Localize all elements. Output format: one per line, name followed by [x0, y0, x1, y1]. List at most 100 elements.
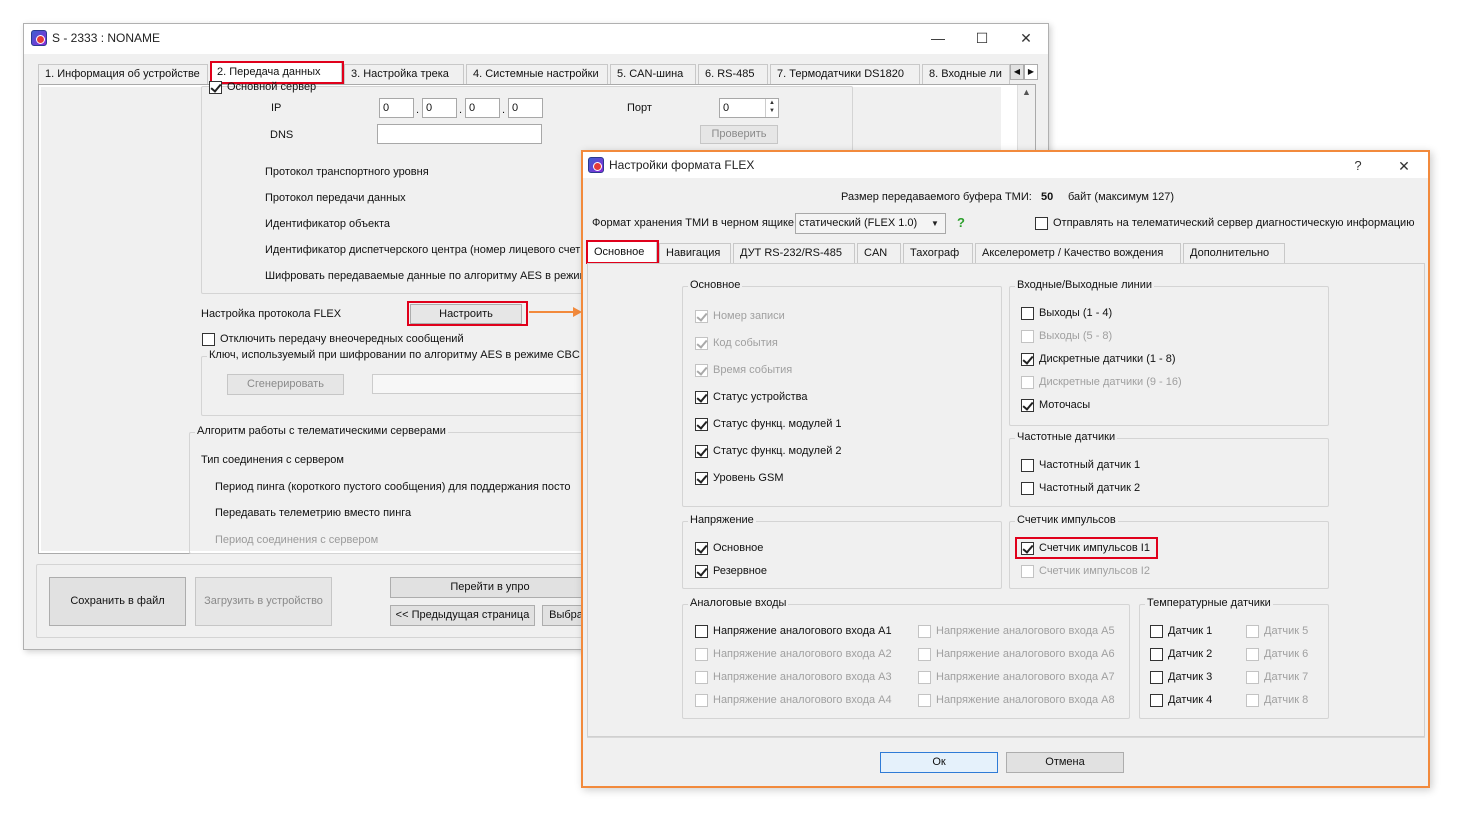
scroll-up-icon[interactable]: ▲: [1018, 87, 1035, 97]
checkbox-box[interactable]: [695, 445, 708, 458]
checkbox-label: Напряжение аналогового входа A7: [936, 671, 1115, 683]
checkbox-label: Выходы (5 - 8): [1039, 330, 1113, 342]
tab-input-lines[interactable]: 8. Входные ли: [922, 64, 1010, 85]
cancel-button[interactable]: Отмена: [1006, 752, 1124, 773]
transport-protocol-label: Протокол транспортного уровня: [265, 166, 429, 178]
checkbox-box[interactable]: [695, 625, 708, 638]
checkbox-box: [695, 310, 708, 323]
checkbox-label: Датчик 7: [1264, 671, 1309, 683]
checkbox-label: Статус функц. модулей 2: [713, 445, 842, 457]
tab-can-bus[interactable]: 5. CAN-шина: [610, 64, 696, 85]
checkbox-box: [1021, 376, 1034, 389]
checkbox-label: Датчик 2: [1168, 648, 1213, 660]
dlg-tab-tachograph[interactable]: Тахограф: [903, 243, 973, 264]
checkbox-label: Счетчик импульсов I2: [1039, 565, 1150, 577]
storage-format-label: Формат хранения ТМИ в черном ящике: [592, 217, 795, 229]
checkbox-label: Датчик 5: [1264, 625, 1309, 637]
checkbox-label: Напряжение аналогового входа A3: [713, 671, 892, 683]
dns-input[interactable]: [377, 124, 542, 144]
checkbox-box: [1021, 565, 1034, 578]
checkbox-label: Уровень GSM: [713, 472, 784, 484]
checkbox-box[interactable]: [1150, 694, 1163, 707]
object-id-label: Идентификатор объекта: [265, 218, 391, 230]
send-diag-check[interactable]: [1035, 217, 1048, 230]
tab-scroll-left-icon[interactable]: ◀: [1010, 64, 1024, 80]
group-freq-title: Частотные датчики: [1015, 431, 1118, 443]
checkbox-box[interactable]: [695, 418, 708, 431]
tab-system-settings[interactable]: 4. Системные настройки: [466, 64, 608, 85]
close-icon[interactable]: ✕: [1004, 24, 1048, 52]
checkbox-label: Датчик 3: [1168, 671, 1213, 683]
dialog-app-icon: [588, 157, 604, 173]
checkbox-label: Напряжение аналогового входа A5: [936, 625, 1115, 637]
ok-button[interactable]: Ок: [880, 752, 998, 773]
storage-help-icon[interactable]: ?: [957, 215, 965, 230]
prev-page-button[interactable]: << Предыдущая страница: [390, 605, 535, 626]
tab-rs485[interactable]: 6. RS-485: [698, 64, 768, 85]
checkbox-label: Моточасы: [1039, 399, 1091, 411]
tab-thermo-ds1820[interactable]: 7. Термодатчики DS1820: [770, 64, 920, 85]
checkbox-label: Резервное: [713, 565, 768, 577]
checkbox-label: Код события: [713, 337, 778, 349]
generate-button[interactable]: Сгенерировать: [227, 374, 344, 395]
save-to-file-button[interactable]: Сохранить в файл: [49, 577, 186, 626]
chevron-down-icon[interactable]: ▼: [931, 214, 939, 233]
aes-encrypt-label: Шифровать передаваемые данные по алгорит…: [265, 270, 588, 282]
checkbox-label: Выходы (1 - 4): [1039, 307, 1113, 319]
ip-octet-1[interactable]: 0: [379, 98, 414, 118]
dlg-tab-navigation[interactable]: Навигация: [659, 243, 731, 264]
checkbox-box[interactable]: [1021, 307, 1034, 320]
highlight-configure-button: [407, 301, 528, 326]
group-pulse-title: Счетчик импульсов: [1015, 514, 1118, 526]
ip-octet-3[interactable]: 0: [465, 98, 500, 118]
dialog-close-icon[interactable]: ✕: [1382, 152, 1426, 180]
dlg-tab-accelerometer[interactable]: Акселерометр / Качество вождения: [975, 243, 1181, 264]
ip-octet-2[interactable]: 0: [422, 98, 457, 118]
aes-key-input[interactable]: [372, 374, 592, 394]
checkbox-label: Напряжение аналогового входа A4: [713, 694, 892, 706]
highlight-basic-tab: [586, 240, 659, 264]
checkbox-box[interactable]: [1021, 459, 1034, 472]
checkbox-box[interactable]: [1021, 353, 1034, 366]
checkbox-label: Напряжение аналогового входа A1: [713, 625, 892, 637]
group-basic-title: Основное: [688, 279, 743, 291]
checkbox-box[interactable]: [1021, 399, 1034, 412]
ip-octet-4[interactable]: 0: [508, 98, 543, 118]
checkbox-box[interactable]: [1021, 482, 1034, 495]
checkbox-box[interactable]: [695, 472, 708, 485]
storage-format-select[interactable]: статический (FLEX 1.0): [795, 213, 946, 234]
tab-device-info[interactable]: 1. Информация об устройстве: [38, 64, 208, 85]
goto-simple-button[interactable]: Перейти в упро: [390, 577, 590, 598]
checkbox-box[interactable]: [1150, 648, 1163, 661]
minimize-icon[interactable]: —: [916, 24, 960, 52]
tab-track-settings[interactable]: 3. Настройка трека: [344, 64, 464, 85]
help-icon[interactable]: ?: [1336, 152, 1380, 180]
telemetry-instead-ping-label: Передавать телеметрию вместо пинга: [215, 507, 412, 519]
checkbox-box: [918, 625, 931, 638]
maximize-icon[interactable]: ☐: [960, 24, 1004, 52]
primary-server-label: Основной сервер: [227, 81, 317, 93]
checkbox-box[interactable]: [695, 391, 708, 404]
checkbox-label: Частотный датчик 2: [1039, 482, 1141, 494]
dlg-tab-additional[interactable]: Дополнительно: [1183, 243, 1285, 264]
flex-settings-dialog: Настройки формата FLEX ? ✕ Размер переда…: [581, 150, 1430, 788]
port-spin-icon[interactable]: ▲ ▼: [765, 99, 778, 117]
group-voltage-title: Напряжение: [688, 514, 756, 526]
primary-server-check[interactable]: [209, 81, 222, 94]
dlg-tab-fuel-sensor[interactable]: ДУТ RS-232/RS-485: [733, 243, 855, 264]
checkbox-box[interactable]: [1150, 625, 1163, 638]
checkbox-label: Номер записи: [713, 310, 785, 322]
check-button[interactable]: Проверить: [700, 125, 778, 144]
checkbox-box[interactable]: [695, 565, 708, 578]
ping-period-label: Период пинга (короткого пустого сообщени…: [215, 481, 571, 493]
group-analog-title: Аналоговые входы: [688, 597, 789, 609]
checkbox-box[interactable]: [695, 542, 708, 555]
dlg-tab-can[interactable]: CAN: [857, 243, 901, 264]
checkbox-label: Датчик 6: [1264, 648, 1309, 660]
disable-extra-check[interactable]: [202, 333, 215, 346]
checkbox-box: [918, 694, 931, 707]
tab-scroll-right-icon[interactable]: ▶: [1024, 64, 1038, 80]
aes-key-title: Ключ, используемый при шифровании по алг…: [207, 349, 582, 361]
load-to-device-button[interactable]: Загрузить в устройство: [195, 577, 332, 626]
checkbox-box[interactable]: [1150, 671, 1163, 684]
